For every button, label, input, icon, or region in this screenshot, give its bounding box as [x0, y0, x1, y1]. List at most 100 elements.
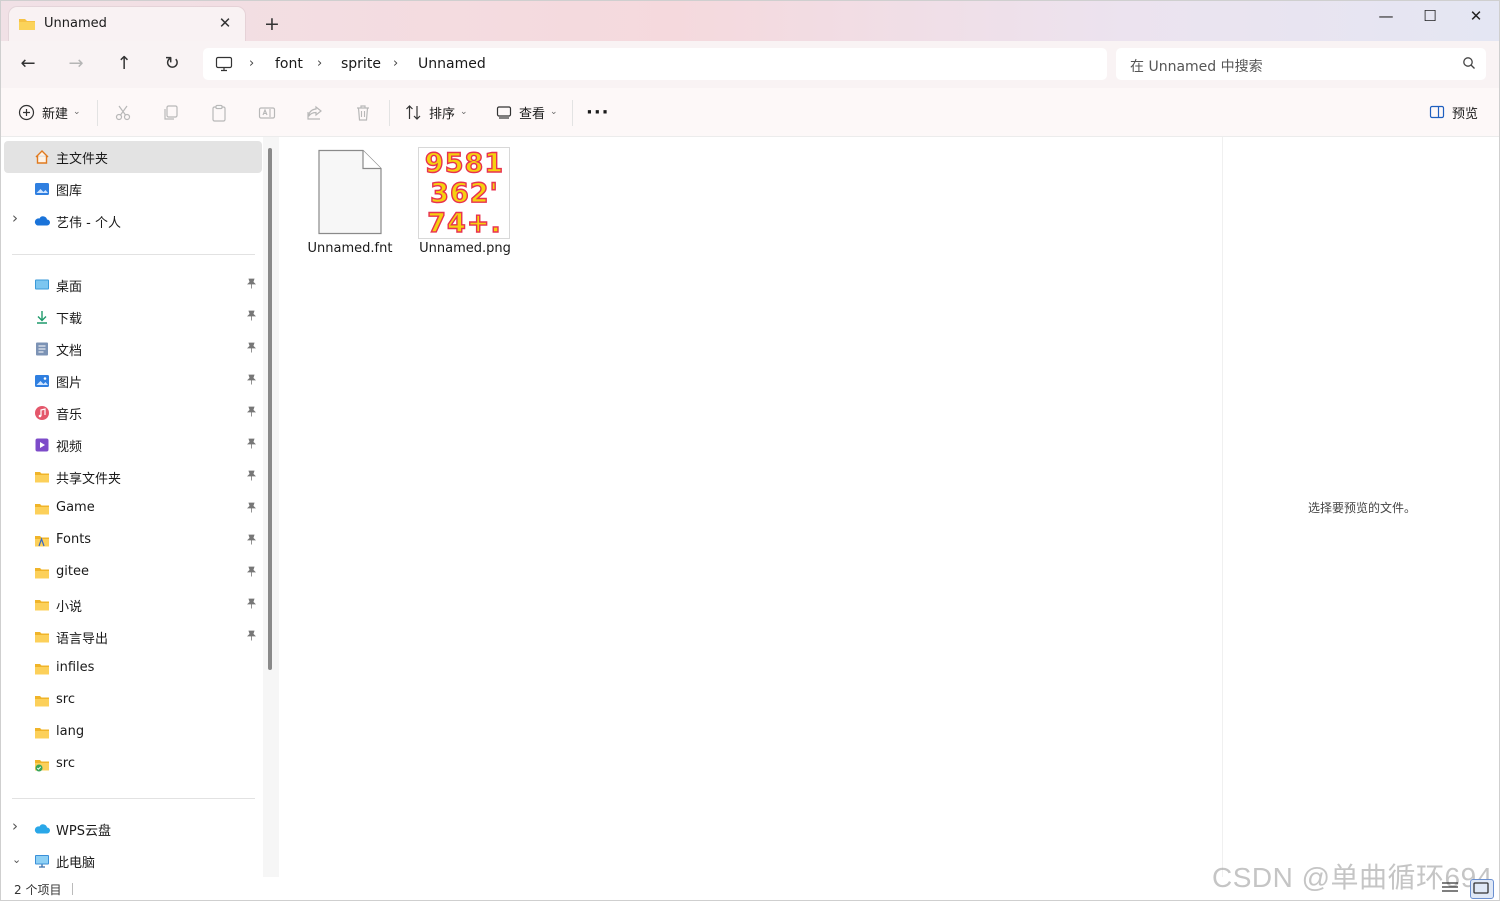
sidebar-item-label: 桌面	[56, 280, 83, 295]
sidebar-item-label: 音乐	[56, 408, 83, 423]
sidebar-item[interactable]: 语言导出	[4, 621, 262, 653]
pin-icon[interactable]	[247, 630, 256, 644]
sidebar-item[interactable]: gitee	[4, 557, 262, 589]
close-tab-icon[interactable]: ✕	[215, 13, 235, 33]
folder-icon	[34, 693, 50, 709]
up-button[interactable]: ↑	[109, 50, 139, 78]
pin-icon[interactable]	[247, 502, 256, 516]
back-button[interactable]: ←	[13, 50, 43, 78]
minimize-button[interactable]: —	[1364, 2, 1408, 30]
generic-file-icon	[317, 149, 383, 239]
breadcrumb-sprite[interactable]: sprite	[341, 56, 381, 72]
sidebar-item-label: WPS云盘	[56, 824, 111, 839]
sidebar-item[interactable]: 小说	[4, 589, 262, 621]
sidebar-item[interactable]: Game	[4, 493, 262, 525]
delete-icon[interactable]	[354, 104, 372, 122]
pin-icon[interactable]	[247, 598, 256, 612]
sidebar-item[interactable]: › 艺伟 - 个人	[4, 205, 262, 237]
forward-button[interactable]: →	[61, 50, 91, 78]
search-input[interactable]: 在 Unnamed 中搜索	[1130, 56, 1263, 76]
sidebar-item-label: 下载	[56, 312, 83, 327]
sidebar-item-label: 艺伟 - 个人	[56, 216, 121, 231]
pin-icon[interactable]	[247, 310, 256, 324]
sidebar-item[interactable]: 图库	[4, 173, 262, 205]
sidebar-item[interactable]: infiles	[4, 653, 262, 685]
close-window-button[interactable]: ✕	[1454, 2, 1498, 30]
sidebar-item[interactable]: Fonts	[4, 525, 262, 557]
search-box[interactable]: 在 Unnamed 中搜索	[1116, 48, 1486, 80]
status-divider	[72, 883, 73, 895]
sidebar-item-label: 图片	[56, 376, 83, 391]
search-icon[interactable]	[1462, 56, 1476, 74]
breadcrumb-unnamed[interactable]: Unnamed	[418, 56, 486, 72]
home-icon	[34, 149, 50, 165]
tab-unnamed[interactable]: Unnamed ✕	[9, 7, 245, 41]
sidebar-item-label: src	[56, 756, 75, 771]
sidebar-item[interactable]: 文档	[4, 333, 262, 365]
copy-icon[interactable]	[162, 104, 180, 122]
paste-icon[interactable]	[210, 104, 228, 122]
chevron-down-icon: ⌄	[460, 107, 468, 117]
refresh-button[interactable]: ↻	[157, 50, 187, 78]
pin-icon[interactable]	[247, 278, 256, 292]
navigation-bar: ← → ↑ ↻ › font › sprite › Unnamed 在 Unna…	[0, 41, 1500, 88]
pin-icon[interactable]	[247, 342, 256, 356]
new-button-label: 新建	[42, 106, 69, 122]
pin-icon[interactable]	[247, 566, 256, 580]
address-bar[interactable]: › font › sprite › Unnamed	[203, 48, 1107, 80]
sidebar-scrollbar-thumb[interactable]	[268, 148, 272, 670]
sidebar-item[interactable]: lang	[4, 717, 262, 749]
folder-icon	[34, 565, 50, 581]
pictures-icon	[34, 373, 50, 389]
computer-icon[interactable]	[215, 56, 233, 76]
pin-icon[interactable]	[247, 534, 256, 548]
new-button[interactable]: 新建 ⌄	[18, 100, 81, 124]
sidebar-item[interactable]: › WPS云盘	[4, 813, 262, 845]
file-list-area[interactable]: Unnamed.fnt 9581 362' 74+. Unnamed.png	[282, 137, 1222, 877]
sidebar-item-label: 此电脑	[56, 856, 96, 871]
breadcrumb-chevron-icon[interactable]: ›	[317, 56, 322, 71]
sidebar-item[interactable]: src	[4, 685, 262, 717]
chevron-right-icon[interactable]: ›	[12, 209, 18, 227]
wps-cloud-icon	[34, 821, 50, 837]
view-button[interactable]: 查看 ⌄	[496, 100, 558, 124]
rename-icon[interactable]	[258, 104, 276, 122]
cut-icon[interactable]	[114, 104, 132, 122]
pin-icon[interactable]	[247, 374, 256, 388]
sidebar-item[interactable]: 共享文件夹	[4, 461, 262, 493]
large-icons-view-icon[interactable]	[1470, 879, 1494, 899]
sidebar-item[interactable]: 下载	[4, 301, 262, 333]
maximize-button[interactable]: ☐	[1408, 2, 1452, 30]
sidebar-item[interactable]: 音乐	[4, 397, 262, 429]
breadcrumb-chevron-icon[interactable]: ›	[393, 56, 398, 71]
folder-icon	[34, 725, 50, 741]
sidebar-item-label: 图库	[56, 184, 83, 199]
pin-icon[interactable]	[247, 406, 256, 420]
file-item-fnt[interactable]: Unnamed.fnt	[294, 145, 406, 263]
share-icon[interactable]	[306, 104, 324, 122]
sort-button[interactable]: 排序 ⌄	[405, 100, 468, 124]
plus-circle-icon	[18, 104, 35, 120]
file-item-png[interactable]: 9581 362' 74+. Unnamed.png	[409, 145, 521, 263]
sidebar-item[interactable]: src	[4, 749, 262, 781]
new-tab-button[interactable]: +	[260, 12, 284, 36]
title-bar: Unnamed ✕ + — ☐ ✕	[0, 0, 1500, 41]
pin-icon[interactable]	[247, 470, 256, 484]
breadcrumb-font[interactable]: font	[275, 56, 303, 72]
chevron-right-icon[interactable]: ›	[12, 817, 18, 835]
details-view-icon[interactable]	[1440, 879, 1462, 897]
sidebar-item[interactable]: 图片	[4, 365, 262, 397]
chevron-down-icon: ⌄	[550, 107, 558, 117]
sidebar-item[interactable]: 主文件夹	[4, 141, 262, 173]
sidebar-item[interactable]: 桌面	[4, 269, 262, 301]
preview-button[interactable]: 预览	[1429, 100, 1478, 124]
pin-icon[interactable]	[247, 438, 256, 452]
more-options-button[interactable]: ···	[586, 100, 610, 124]
sidebar-item[interactable]: ⌄ 此电脑	[4, 845, 262, 877]
breadcrumb-chevron-icon[interactable]: ›	[249, 56, 254, 71]
documents-icon	[34, 341, 50, 357]
chevron-down-icon[interactable]: ⌄	[12, 853, 21, 866]
fonts-folder-icon	[34, 533, 50, 549]
sidebar-item[interactable]: 视频	[4, 429, 262, 461]
tab-title: Unnamed	[44, 16, 107, 31]
